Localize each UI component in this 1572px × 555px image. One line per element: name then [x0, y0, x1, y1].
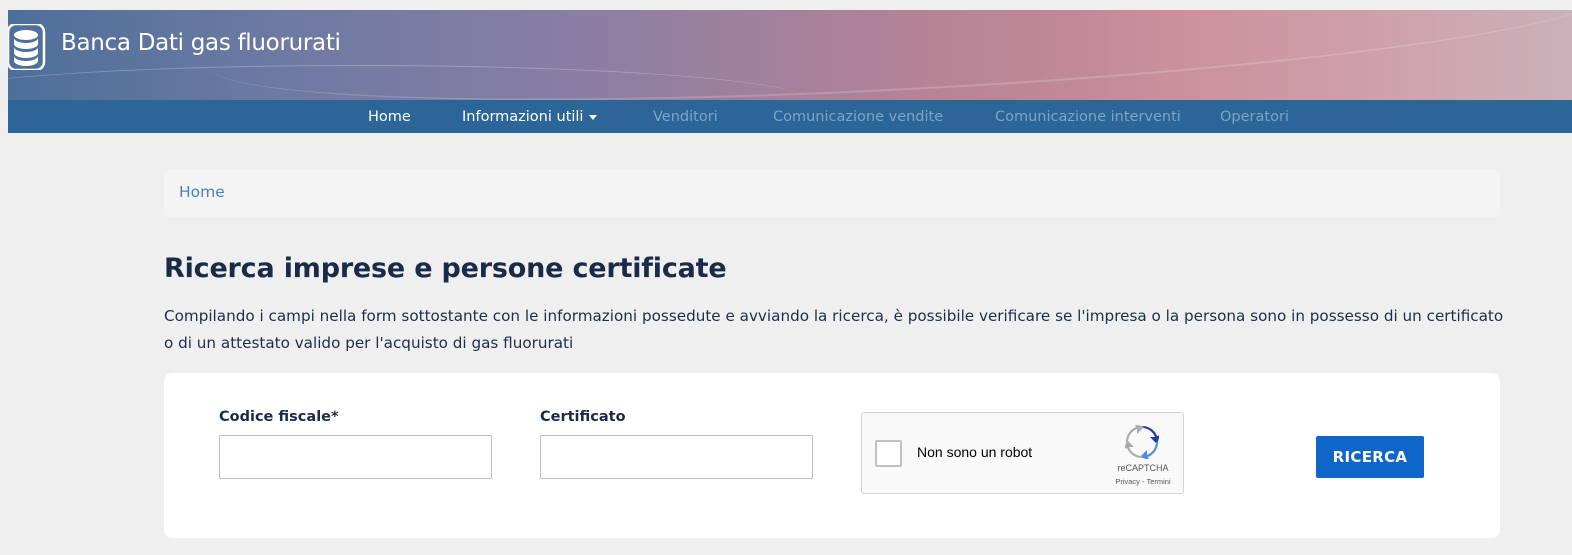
- recaptcha-logo-icon: [1125, 425, 1159, 459]
- nav-item-comunicazione-vendite: Comunicazione vendite: [773, 109, 944, 125]
- search-button[interactable]: RICERCA: [1316, 436, 1424, 478]
- site-header: Banca Dati gas fluorurati: [8, 10, 1572, 100]
- recaptcha-links[interactable]: Privacy - Termini: [1107, 477, 1179, 486]
- breadcrumb: Home: [164, 169, 1500, 217]
- site-title[interactable]: Banca Dati gas fluorurati: [61, 30, 341, 56]
- nav-item-home[interactable]: Home: [368, 109, 411, 125]
- nav-item-operatori: Operatori: [1220, 109, 1289, 125]
- recaptcha-checkbox[interactable]: [875, 440, 902, 467]
- breadcrumb-home-link[interactable]: Home: [179, 183, 225, 201]
- caret-down-icon: [589, 114, 598, 120]
- certificato-input[interactable]: [540, 435, 813, 479]
- codice-fiscale-input[interactable]: [219, 435, 492, 479]
- nav-item-label: Informazioni utili: [462, 109, 584, 125]
- page-title: Ricerca imprese e persone certificate: [164, 253, 727, 284]
- certificato-label: Certificato: [540, 409, 626, 425]
- recaptcha-label: Non sono un robot: [917, 444, 1033, 460]
- header-decoration: [1072, 10, 1572, 100]
- nav-item-comunicazione-interventi: Comunicazione interventi: [995, 109, 1181, 125]
- nav-item-venditori: Venditori: [653, 109, 718, 125]
- main-navbar: Home Informazioni utili Venditori Comuni…: [8, 100, 1572, 133]
- nav-item-informazioni-utili[interactable]: Informazioni utili: [462, 109, 598, 125]
- codice-fiscale-label: Codice fiscale*: [219, 409, 339, 425]
- database-icon[interactable]: [8, 22, 48, 72]
- search-form-card: Codice fiscale* Certificato Non sono un …: [164, 373, 1500, 538]
- page-intro: Compilando i campi nella form sottostant…: [164, 307, 1504, 352]
- recaptcha-brand: reCAPTCHA: [1117, 463, 1169, 473]
- recaptcha-widget: Non sono un robot reCAPTCHA Privacy - Te…: [861, 412, 1184, 494]
